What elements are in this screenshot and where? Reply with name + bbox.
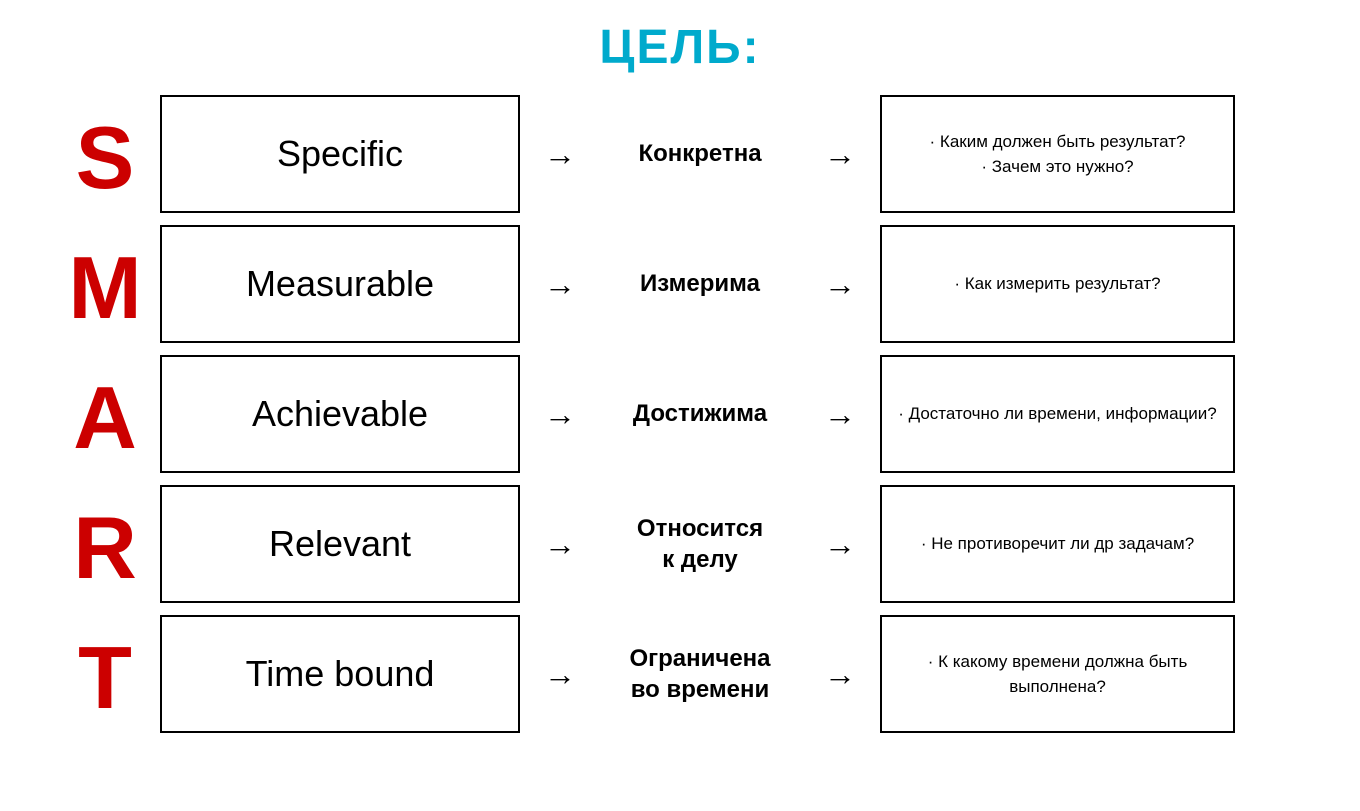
desc-box-m: · Как измерить результат? bbox=[880, 225, 1235, 343]
row-t: Time bound→Ограничена во времени→· К как… bbox=[160, 613, 1310, 735]
translation-m: Измерима bbox=[600, 268, 800, 299]
translation-r: Относится к делу bbox=[600, 513, 800, 575]
row-s: Specific→Конкретна→· Каким должен быть р… bbox=[160, 93, 1310, 215]
smart-letter-s: S bbox=[50, 93, 160, 223]
row-m: Measurable→Измерима→· Как измерить резул… bbox=[160, 223, 1310, 345]
arrow1-m: → bbox=[520, 266, 600, 303]
page-title: ЦЕЛЬ: bbox=[599, 20, 760, 75]
desc-box-t: · К какому времени должна быть выполнена… bbox=[880, 615, 1235, 733]
translation-t: Ограничена во времени bbox=[600, 643, 800, 705]
arrow2-s: → bbox=[800, 136, 880, 173]
desc-box-r: · Не противоречит ли др задачам? bbox=[880, 485, 1235, 603]
row-r: Relevant→Относится к делу→· Не противоре… bbox=[160, 483, 1310, 605]
smart-letter-a: A bbox=[50, 353, 160, 483]
term-box-r: Relevant bbox=[160, 485, 520, 603]
smart-letter-m: M bbox=[50, 223, 160, 353]
term-box-s: Specific bbox=[160, 95, 520, 213]
arrow2-r: → bbox=[800, 526, 880, 563]
term-box-m: Measurable bbox=[160, 225, 520, 343]
arrow1-s: → bbox=[520, 136, 600, 173]
smart-letters: SMART bbox=[50, 93, 160, 743]
row-a: Achievable→Достижима→· Достаточно ли вре… bbox=[160, 353, 1310, 475]
smart-letter-r: R bbox=[50, 483, 160, 613]
term-box-a: Achievable bbox=[160, 355, 520, 473]
arrow1-r: → bbox=[520, 526, 600, 563]
arrow2-m: → bbox=[800, 266, 880, 303]
arrow2-a: → bbox=[800, 396, 880, 433]
arrow2-t: → bbox=[800, 656, 880, 693]
desc-box-a: · Достаточно ли времени, информации? bbox=[880, 355, 1235, 473]
rows-container: Specific→Конкретна→· Каким должен быть р… bbox=[160, 93, 1310, 735]
translation-a: Достижима bbox=[600, 398, 800, 429]
term-box-t: Time bound bbox=[160, 615, 520, 733]
translation-s: Конкретна bbox=[600, 138, 800, 169]
arrow1-a: → bbox=[520, 396, 600, 433]
arrow1-t: → bbox=[520, 656, 600, 693]
desc-box-s: · Каким должен быть результат? · Зачем э… bbox=[880, 95, 1235, 213]
smart-letter-t: T bbox=[50, 613, 160, 743]
main-content: SMART Specific→Конкретна→· Каким должен … bbox=[50, 93, 1310, 743]
